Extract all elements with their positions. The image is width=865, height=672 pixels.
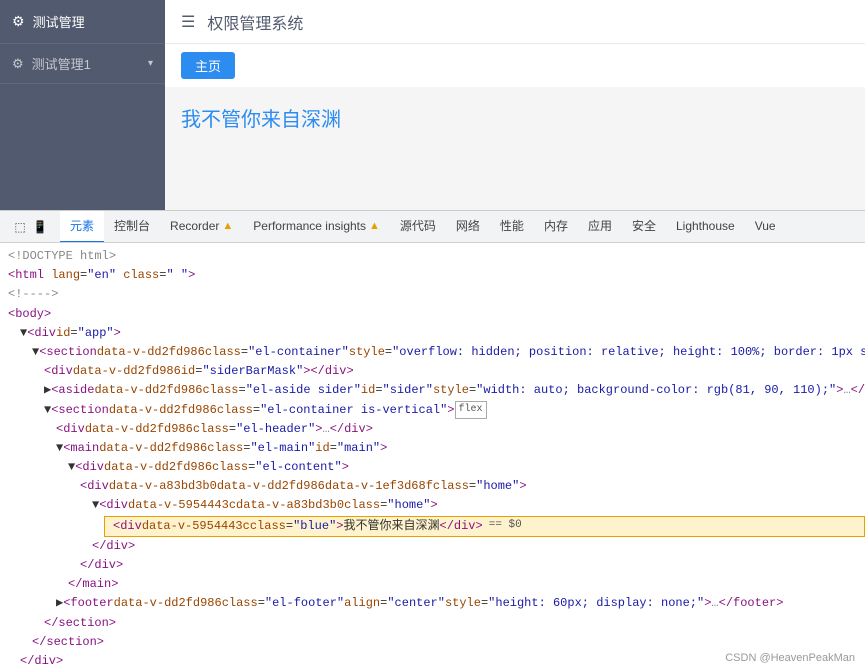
code-line: ▶<aside data-v-dd2fd986 class="el-aside … [0,381,865,400]
recorder-warning-icon: ▲ [222,220,233,232]
code-line: <body> [0,305,865,324]
code-line: <div data-v-a83bd3b0 data-v-dd2fd986 dat… [0,477,865,496]
code-line: </section> [0,614,865,633]
devtools-icon-buttons: ⬚ 📱 [4,217,56,237]
code-line: ▼<div data-v-dd2fd986 class="el-content"… [0,458,865,477]
tab-console-label: 控制台 [114,217,150,234]
gear-icon-item: ⚙ [12,56,24,72]
code-line: <div data-v-dd2fd986 id="siderBarMask"><… [0,362,865,381]
tab-performance-insights-label: Performance insights [253,219,366,233]
hamburger-icon[interactable]: ☰ [181,12,195,32]
tab-sources-label: 源代码 [400,217,436,234]
tab-console[interactable]: 控制台 [104,211,160,243]
code-line: <!DOCTYPE html> [0,247,865,266]
main-header: ☰ 权限管理系统 [165,0,865,44]
sidebar: ⚙ 测试管理 ⚙ 测试管理1 ▾ [0,0,165,210]
gear-icon: ⚙ [12,13,25,30]
tab-security-label: 安全 [632,217,656,234]
home-breadcrumb[interactable]: 主页 [181,52,235,79]
tab-application-label: 应用 [588,217,612,234]
tab-performance[interactable]: 性能 [490,211,534,243]
device-icon[interactable]: 📱 [30,217,50,237]
system-title: 权限管理系统 [207,10,303,34]
tab-performance-insights[interactable]: Performance insights ▲ [243,211,390,243]
tab-elements[interactable]: 元素 [60,211,104,243]
tab-lighthouse[interactable]: Lighthouse [666,211,745,243]
code-line: ▼<section data-v-dd2fd986 class="el-cont… [0,343,865,362]
inspect-icon[interactable]: ⬚ [10,217,30,237]
tab-elements-label: 元素 [70,217,94,234]
tab-lighthouse-label: Lighthouse [676,219,735,233]
code-line: ▼<section data-v-dd2fd986 class="el-cont… [0,401,865,420]
tab-memory[interactable]: 内存 [534,211,578,243]
code-line: ▼<div id="app"> [0,324,865,343]
sidebar-header: ⚙ 测试管理 [0,0,165,44]
code-line: ▼<div data-v-5954443c data-v-a83bd3b0 cl… [0,496,865,515]
code-line: ▶<footer data-v-dd2fd986 class="el-foote… [0,594,865,613]
highlighted-element: <div data-v-5954443c class="blue">我不管你来自… [104,516,865,537]
highlighted-code-line: <div data-v-5954443c class="blue">我不管你来自… [0,516,865,537]
tab-performance-label: 性能 [500,217,524,234]
page-body: 我不管你来自深渊 [165,87,865,210]
code-line: ▼<main data-v-dd2fd986 class="el-main" i… [0,439,865,458]
tab-application[interactable]: 应用 [578,211,622,243]
tab-network[interactable]: 网络 [446,211,490,243]
blue-text: 我不管你来自深渊 [181,109,341,131]
code-line: </div> [0,556,865,575]
tab-network-label: 网络 [456,217,480,234]
tab-vue[interactable]: Vue [745,211,786,243]
tab-sources[interactable]: 源代码 [390,211,446,243]
devtools-tab-bar: ⬚ 📱 元素 控制台 Recorder ▲ Performance insigh… [0,211,865,243]
sidebar-header-title: 测试管理 [33,12,85,31]
tab-vue-label: Vue [755,219,776,233]
sidebar-item-1[interactable]: ⚙ 测试管理1 ▾ [0,44,165,84]
main-content: ☰ 权限管理系统 主页 我不管你来自深渊 [165,0,865,210]
devtools-code-content[interactable]: <!DOCTYPE html> <html lang="en" class=" … [0,243,865,672]
code-line: </section> [0,633,865,652]
code-line: <!----> [0,285,865,304]
chevron-down-icon: ▾ [148,58,153,69]
code-line: </div> [0,537,865,556]
code-line: <div data-v-dd2fd986 class="el-header">…… [0,420,865,439]
watermark: CSDN @HeavenPeakMan [725,652,855,664]
tab-memory-label: 内存 [544,217,568,234]
code-line: <html lang="en" class=" "> [0,266,865,285]
code-line: </main> [0,575,865,594]
performance-warning-icon: ▲ [369,220,380,232]
breadcrumb-area: 主页 [165,44,865,87]
devtools: ⬚ 📱 元素 控制台 Recorder ▲ Performance insigh… [0,210,865,672]
tab-recorder[interactable]: Recorder ▲ [160,211,243,243]
app-area: ⚙ 测试管理 ⚙ 测试管理1 ▾ ☰ 权限管理系统 主页 我不管你来自深渊 [0,0,865,210]
tab-security[interactable]: 安全 [622,211,666,243]
sidebar-item-label: 测试管理1 [32,54,91,73]
tab-recorder-label: Recorder [170,219,219,233]
